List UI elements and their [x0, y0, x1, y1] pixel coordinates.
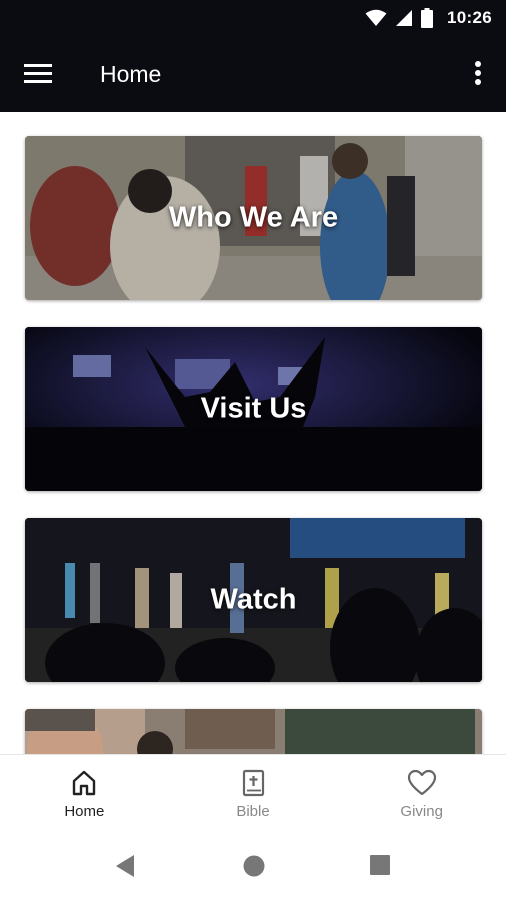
fourth-card[interactable]	[25, 709, 482, 754]
hamburger-icon	[24, 64, 52, 83]
nav-giving[interactable]: Giving	[337, 755, 506, 833]
visit-us-card[interactable]: Visit Us	[25, 327, 482, 491]
home-circle-icon[interactable]	[242, 854, 266, 878]
nav-giving-label: Giving	[400, 803, 443, 820]
status-bar: 10:26	[0, 0, 506, 36]
nav-bible-label: Bible	[236, 803, 270, 820]
watch-card[interactable]: Watch	[25, 518, 482, 682]
home-icon	[73, 770, 96, 796]
visit-us-label: Visit Us	[200, 392, 307, 425]
who-we-are-card[interactable]: Who We Are	[25, 136, 482, 300]
signal-icon	[396, 10, 413, 26]
page-title: Home	[100, 61, 162, 87]
system-navigation-bar	[0, 832, 506, 900]
back-icon[interactable]	[114, 854, 136, 878]
more-vert-icon	[475, 61, 481, 85]
nav-home[interactable]: Home	[0, 755, 169, 833]
wifi-icon	[365, 9, 387, 26]
bottom-navigation: Home Bible Giving	[0, 754, 506, 833]
who-we-are-label: Who We Are	[168, 201, 339, 234]
overflow-menu-button[interactable]	[468, 56, 488, 92]
bible-icon	[242, 769, 265, 797]
nav-home-label: Home	[64, 803, 105, 820]
nav-bible[interactable]: Bible	[169, 755, 338, 833]
recents-icon[interactable]	[369, 854, 391, 876]
battery-icon	[421, 8, 434, 28]
app-bar: Home	[0, 36, 506, 112]
status-time: 10:26	[447, 8, 492, 27]
menu-button[interactable]	[20, 58, 56, 90]
fourth-card-photo	[25, 709, 482, 754]
heart-icon	[407, 769, 436, 796]
watch-label: Watch	[210, 583, 297, 616]
main-content: Who We Are Visit Us Watch	[0, 112, 506, 754]
